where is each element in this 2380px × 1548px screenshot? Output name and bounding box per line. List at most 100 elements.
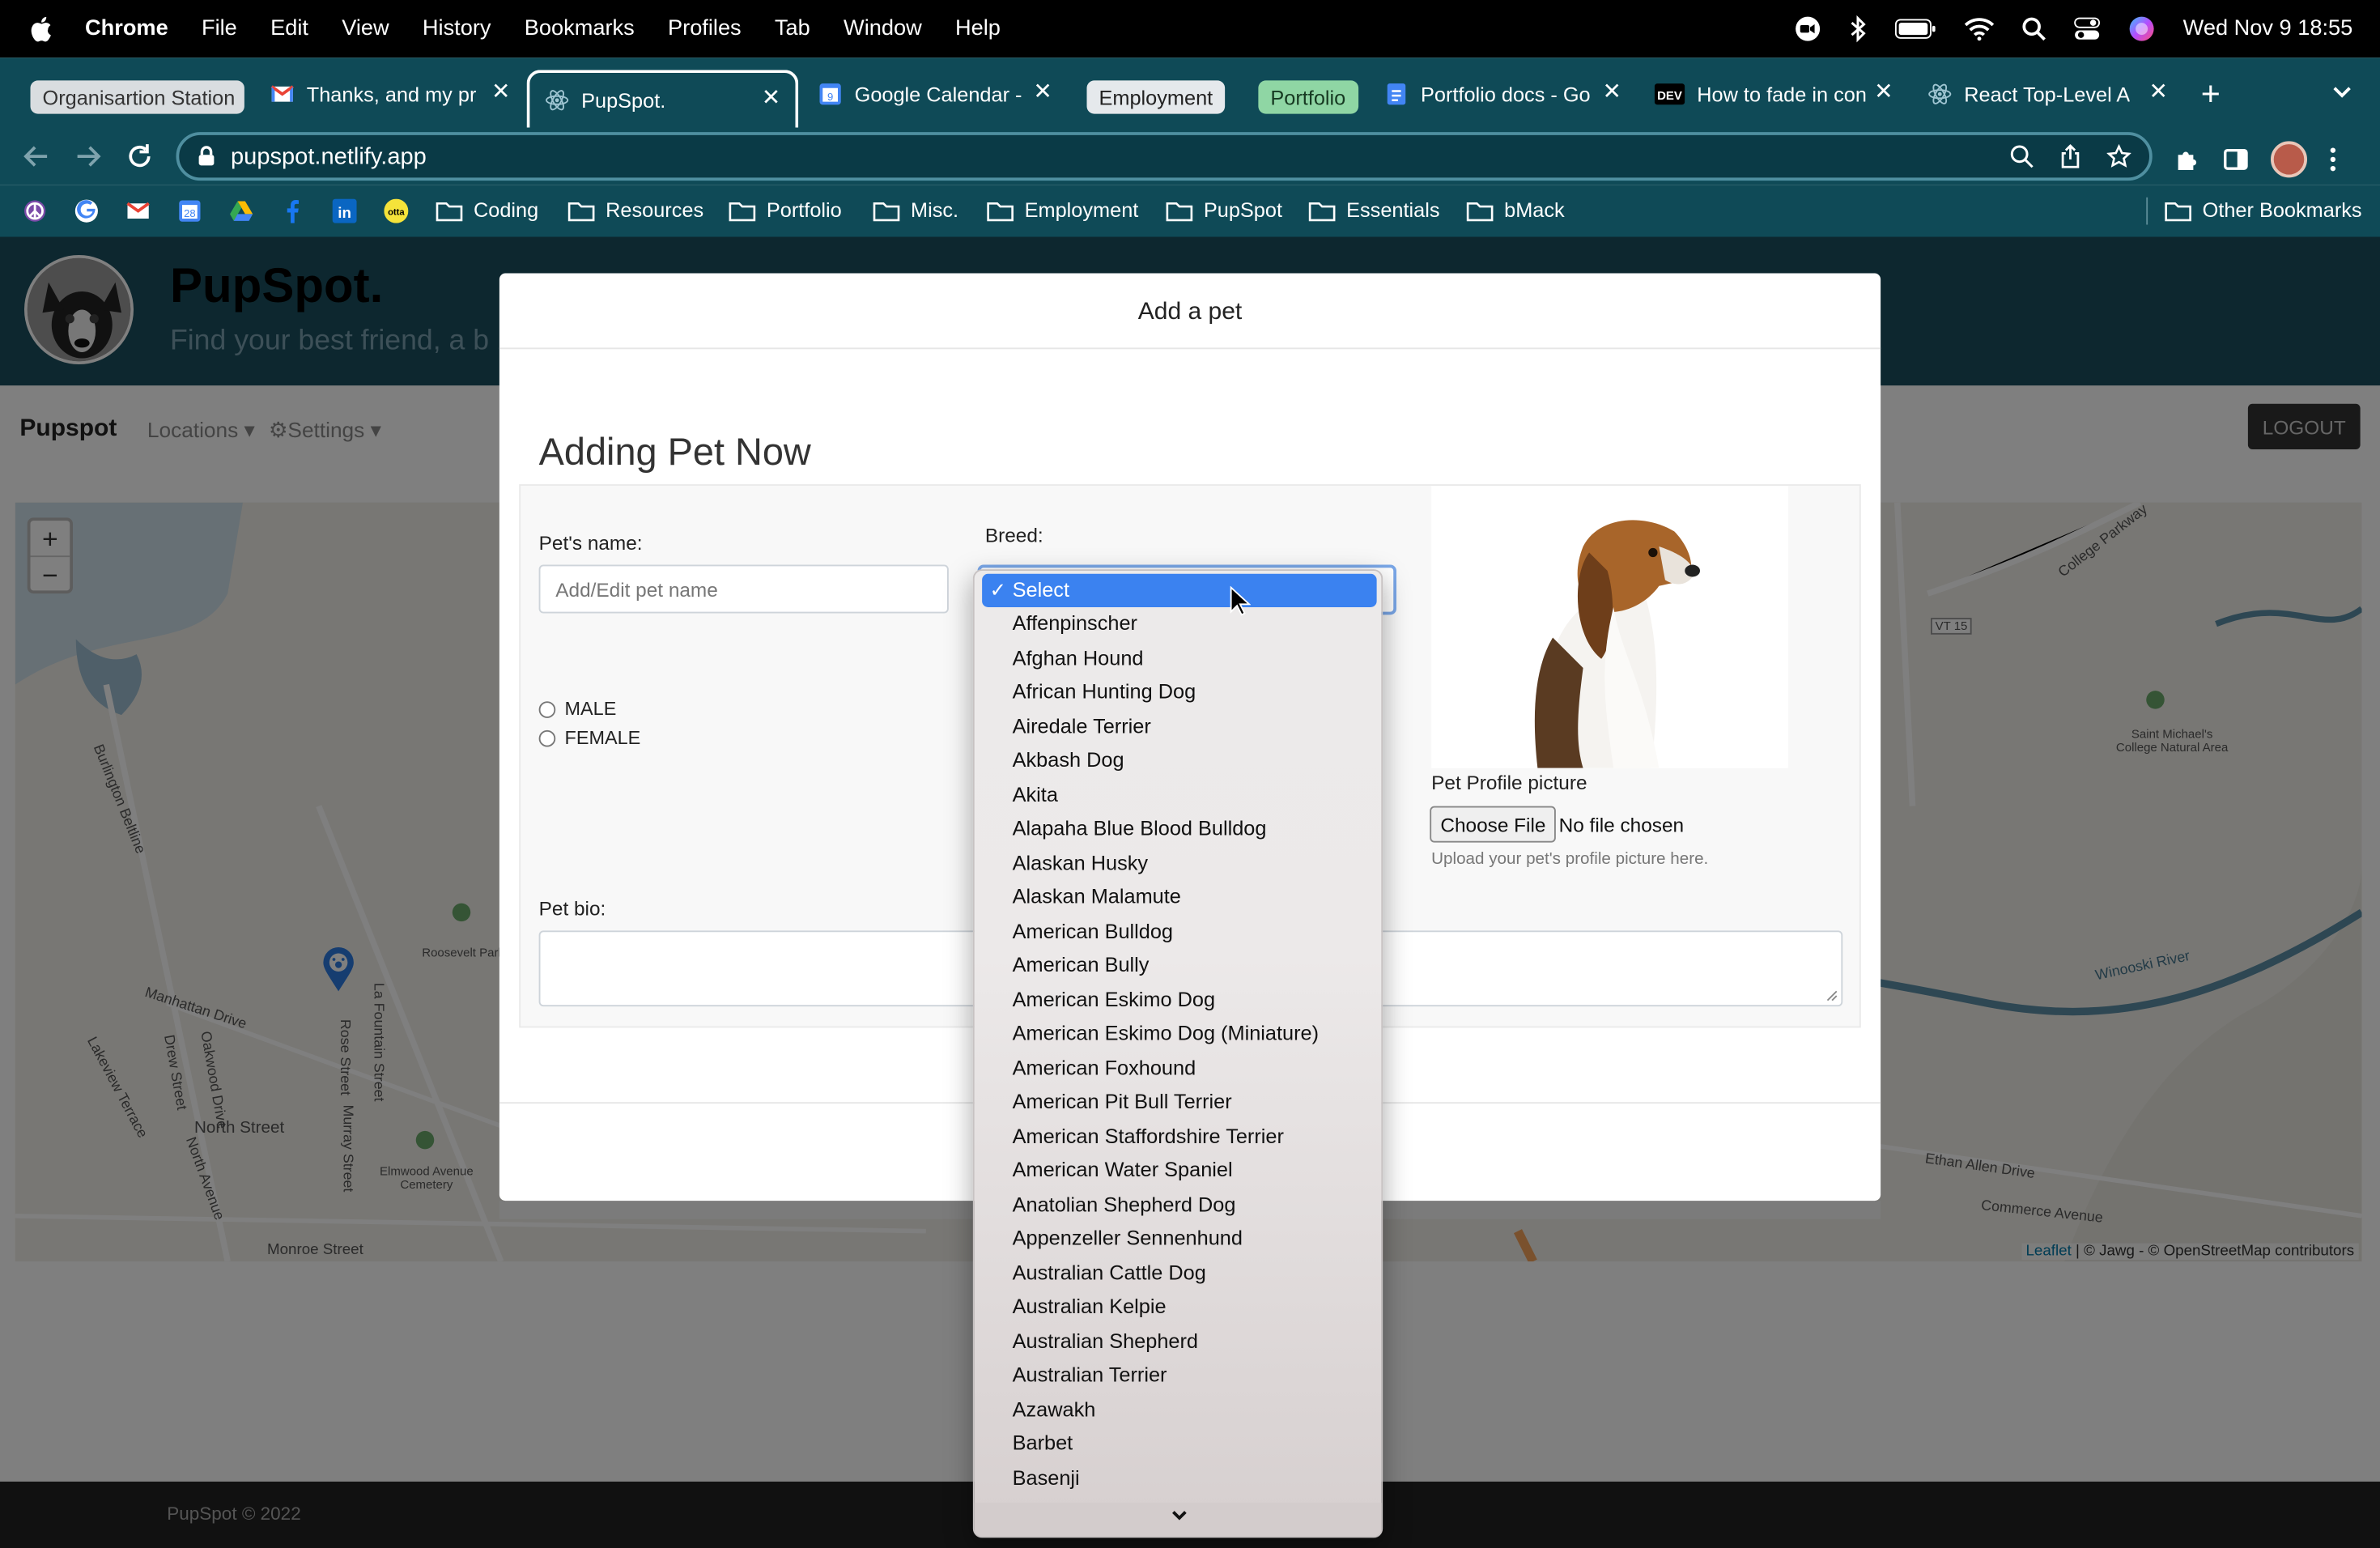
bluetooth-icon[interactable] [1849,15,1868,43]
back-arrow-icon[interactable] [21,141,52,172]
bookmark-folder-portfolio[interactable]: Portfolio [729,199,842,222]
facebook-icon[interactable] [281,199,305,223]
breed-option[interactable]: Appenzeller Sennenhund [975,1222,1382,1256]
bookmark-folder-employment[interactable]: Employment [987,199,1138,222]
breed-option[interactable]: American Bulldog [975,915,1382,949]
breed-option[interactable]: Alapaha Blue Blood Bulldog [975,812,1382,846]
control-center-icon[interactable] [2074,17,2102,41]
zoom-app-icon[interactable] [1795,15,1822,43]
zoom-magnifier-icon[interactable] [2010,144,2034,168]
forward-arrow-icon[interactable] [73,141,104,172]
address-url[interactable]: pupspot.netlify.app [231,144,427,172]
breed-dropdown-menu[interactable]: ✓ Select Affenpinscher Afghan Hound African… [972,569,1383,1538]
tab-dev-to[interactable]: DEV How to fade in con ✕ [1654,73,1902,116]
breed-option[interactable]: Australian Shepherd [975,1325,1382,1359]
breed-option[interactable]: Akita [975,778,1382,812]
tab-group-portfolio[interactable]: Portfolio [1258,80,1358,114]
breed-option[interactable]: Akbash Dog [975,744,1382,778]
gender-male-radio[interactable]: MALE [538,699,616,720]
breed-option[interactable]: Alaskan Malamute [975,881,1382,915]
lock-icon[interactable] [198,146,216,167]
tab-google-calendar[interactable]: 9 Google Calendar - ✕ [818,73,1061,116]
radio-circle[interactable] [538,700,556,717]
menu-tab[interactable]: Tab [775,17,810,41]
bookmark-folder-misc[interactable]: Misc. [873,199,958,222]
choose-file-button[interactable]: Choose File [1430,806,1557,843]
gmail-icon[interactable] [126,199,151,223]
breed-option[interactable]: Airedale Terrier [975,710,1382,744]
menu-app-name[interactable]: Chrome [85,17,168,41]
bookmark-folder-bmack[interactable]: bMack [1466,199,1565,222]
close-tab-icon[interactable]: ✕ [2146,79,2170,104]
menu-view[interactable]: View [342,17,389,41]
breed-option[interactable]: Afghan Hound [975,641,1382,675]
close-tab-icon[interactable]: ✕ [1600,79,1624,104]
breed-option[interactable]: American Eskimo Dog [975,983,1382,1017]
google-drive-icon[interactable] [229,199,253,223]
reload-icon[interactable] [125,141,155,172]
breed-option[interactable]: Alaskan Husky [975,846,1382,880]
breed-option[interactable]: American Foxhound [975,1051,1382,1085]
bookmark-folder-other[interactable]: Other Bookmarks [2165,199,2362,222]
breed-option-select[interactable]: ✓ Select [982,573,1377,607]
radio-circle[interactable] [538,729,556,746]
bookmark-folder-essentials[interactable]: Essentials [1308,199,1439,222]
bookmark-folder-pupspot[interactable]: PupSpot [1166,199,1282,222]
tab-portfolio-docs[interactable]: Portfolio docs - Go ✕ [1384,73,1630,116]
close-tab-icon[interactable]: ✕ [1031,79,1055,104]
calendar-icon[interactable]: 28 [177,199,202,223]
new-tab-plus-icon[interactable]: + [2201,77,2221,111]
menu-history[interactable]: History [423,17,491,41]
breed-option[interactable]: African Hunting Dog [975,675,1382,709]
breed-option[interactable]: American Bully [975,949,1382,983]
menu-window[interactable]: Window [844,17,922,41]
breed-option[interactable]: American Eskimo Dog (Miniature) [975,1017,1382,1051]
bookmark-folder-coding[interactable]: Coding [436,199,538,222]
extensions-puzzle-icon[interactable] [2174,146,2201,173]
tab-react-docs[interactable]: React Top-Level A ✕ [1927,73,2177,116]
siri-icon[interactable] [2128,15,2156,43]
wifi-icon[interactable] [1965,17,1995,41]
tab-group-employment[interactable]: Employment [1086,80,1226,114]
close-tab-icon[interactable]: ✕ [1872,79,1896,104]
bookmark-star-icon[interactable] [2106,144,2131,168]
pet-name-input[interactable] [538,564,949,614]
bookmark-folder-resources[interactable]: Resources [567,199,703,222]
menu-file[interactable]: File [202,17,237,41]
address-bar[interactable]: pupspot.netlify.app [176,132,2153,181]
menu-edit[interactable]: Edit [270,17,308,41]
side-panel-icon[interactable] [2222,146,2250,173]
close-tab-icon[interactable]: ✕ [759,86,784,111]
breed-option[interactable]: Basenji [975,1461,1382,1495]
profile-avatar[interactable] [2271,141,2307,178]
menu-profiles[interactable]: Profiles [668,17,742,41]
breed-option[interactable]: Anatolian Shepherd Dog [975,1188,1382,1222]
tab-search-chevron-icon[interactable] [2331,85,2352,100]
google-icon[interactable] [74,199,99,223]
tab-group-organisartion-station[interactable]: Organisartion Station [30,80,244,114]
breed-option[interactable]: American Pit Bull Terrier [975,1086,1382,1120]
linkedin-icon[interactable]: in [332,198,357,223]
breed-option[interactable]: Azawakh [975,1393,1382,1427]
spotlight-search-icon[interactable] [2022,17,2046,41]
apple-logo-icon[interactable] [31,15,55,43]
menu-help[interactable]: Help [955,17,1001,41]
resize-grip-icon[interactable] [1826,990,1838,1002]
tab-gmail[interactable]: Thanks, and my pr ✕ [270,73,520,116]
breed-option[interactable]: American Staffordshire Terrier [975,1120,1382,1154]
breed-option[interactable]: Australian Cattle Dog [975,1257,1382,1291]
close-tab-icon[interactable]: ✕ [489,79,513,104]
breed-option[interactable]: Australian Kelpie [975,1291,1382,1325]
share-icon[interactable] [2059,144,2083,168]
breed-option[interactable]: American Water Spaniel [975,1154,1382,1188]
peace-sign-icon[interactable] [23,199,47,223]
otta-icon[interactable]: otta [384,198,409,223]
menu-bookmarks[interactable]: Bookmarks [525,17,635,41]
breed-option[interactable]: Australian Terrier [975,1359,1382,1393]
tab-pupspot-active[interactable]: PupSpot. ✕ [526,70,799,128]
gender-female-radio[interactable]: FEMALE [538,727,640,748]
breed-option[interactable]: Affenpinscher [975,607,1382,641]
battery-icon[interactable] [1894,19,1937,40]
breed-option[interactable]: Barbet [975,1427,1382,1461]
scroll-down-chevron-icon[interactable] [974,1503,1382,1537]
